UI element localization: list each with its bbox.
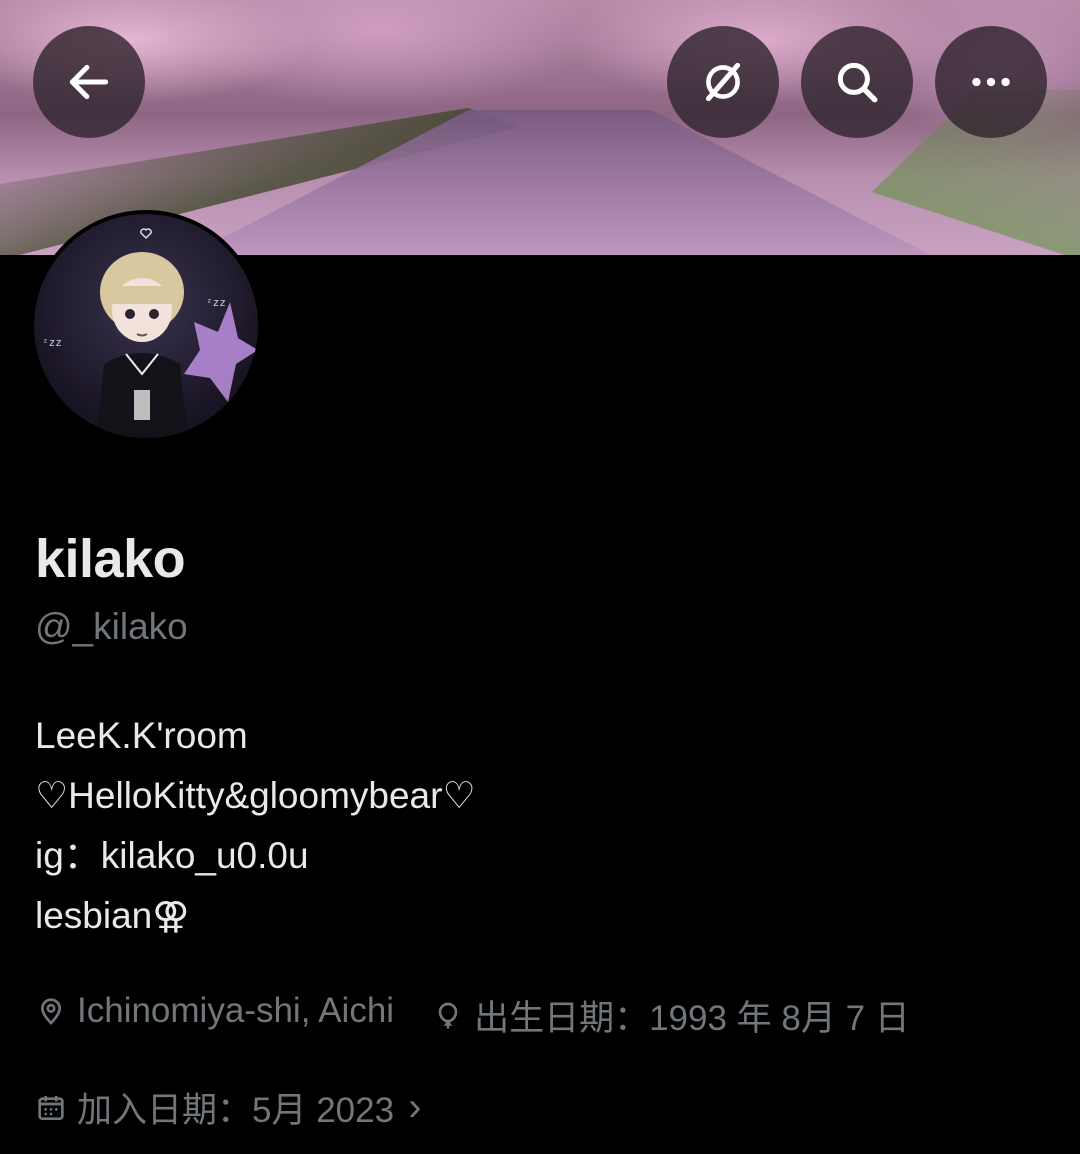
joined-item[interactable]: 加入日期：5月 2023 › bbox=[35, 1082, 421, 1133]
chevron-right-icon[interactable]: › bbox=[408, 1085, 421, 1130]
avatar-illustration: ᶻzz ᶻzz bbox=[42, 228, 258, 438]
profile-bio: LeeK.K'room ♡HelloKitty&gloomybear♡ ig：k… bbox=[35, 706, 476, 946]
display-name: kilako bbox=[35, 529, 186, 589]
bio-line: ig：kilako_u0.0u bbox=[35, 835, 309, 876]
svg-text:ᶻzz: ᶻzz bbox=[42, 336, 62, 349]
more-button[interactable] bbox=[935, 26, 1047, 138]
bio-line: LeeK.K'room bbox=[35, 715, 248, 756]
location-pin-icon bbox=[40, 997, 62, 1025]
balloon-icon bbox=[438, 1002, 458, 1029]
joined-row[interactable]: 加入日期：5月 2023 › bbox=[35, 1082, 421, 1133]
svg-text:ᶻzz: ᶻzz bbox=[206, 296, 226, 309]
bio-line: ♡HelloKitty&gloomybear♡ bbox=[35, 775, 476, 816]
arrow-left-icon bbox=[69, 64, 109, 100]
location-text: Ichinomiya-shi, Aichi bbox=[77, 990, 395, 1030]
search-icon bbox=[837, 62, 878, 103]
user-handle: @_kilako bbox=[35, 606, 188, 647]
joined-text: 加入日期：5月 2023 bbox=[77, 1091, 395, 1130]
grok-icon bbox=[705, 62, 741, 102]
profile-avatar[interactable]: ᶻzz ᶻzz bbox=[30, 210, 262, 442]
search-button[interactable] bbox=[801, 26, 913, 138]
back-button[interactable] bbox=[33, 26, 145, 138]
avatar-image: ᶻzz ᶻzz bbox=[34, 214, 258, 438]
profile-meta-row: Ichinomiya-shi, Aichi 出生日期：1993 年 8月 7 日 bbox=[35, 980, 910, 1041]
birthday-item: 出生日期：1993 年 8月 7 日 bbox=[432, 990, 910, 1041]
calendar-icon bbox=[38, 1095, 64, 1120]
grok-button[interactable] bbox=[667, 26, 779, 138]
location-item: Ichinomiya-shi, Aichi bbox=[35, 991, 394, 1031]
bio-line: lesbian⚢ bbox=[35, 895, 190, 936]
birthday-text: 出生日期：1993 年 8月 7 日 bbox=[474, 999, 910, 1038]
more-icon bbox=[972, 77, 1010, 87]
